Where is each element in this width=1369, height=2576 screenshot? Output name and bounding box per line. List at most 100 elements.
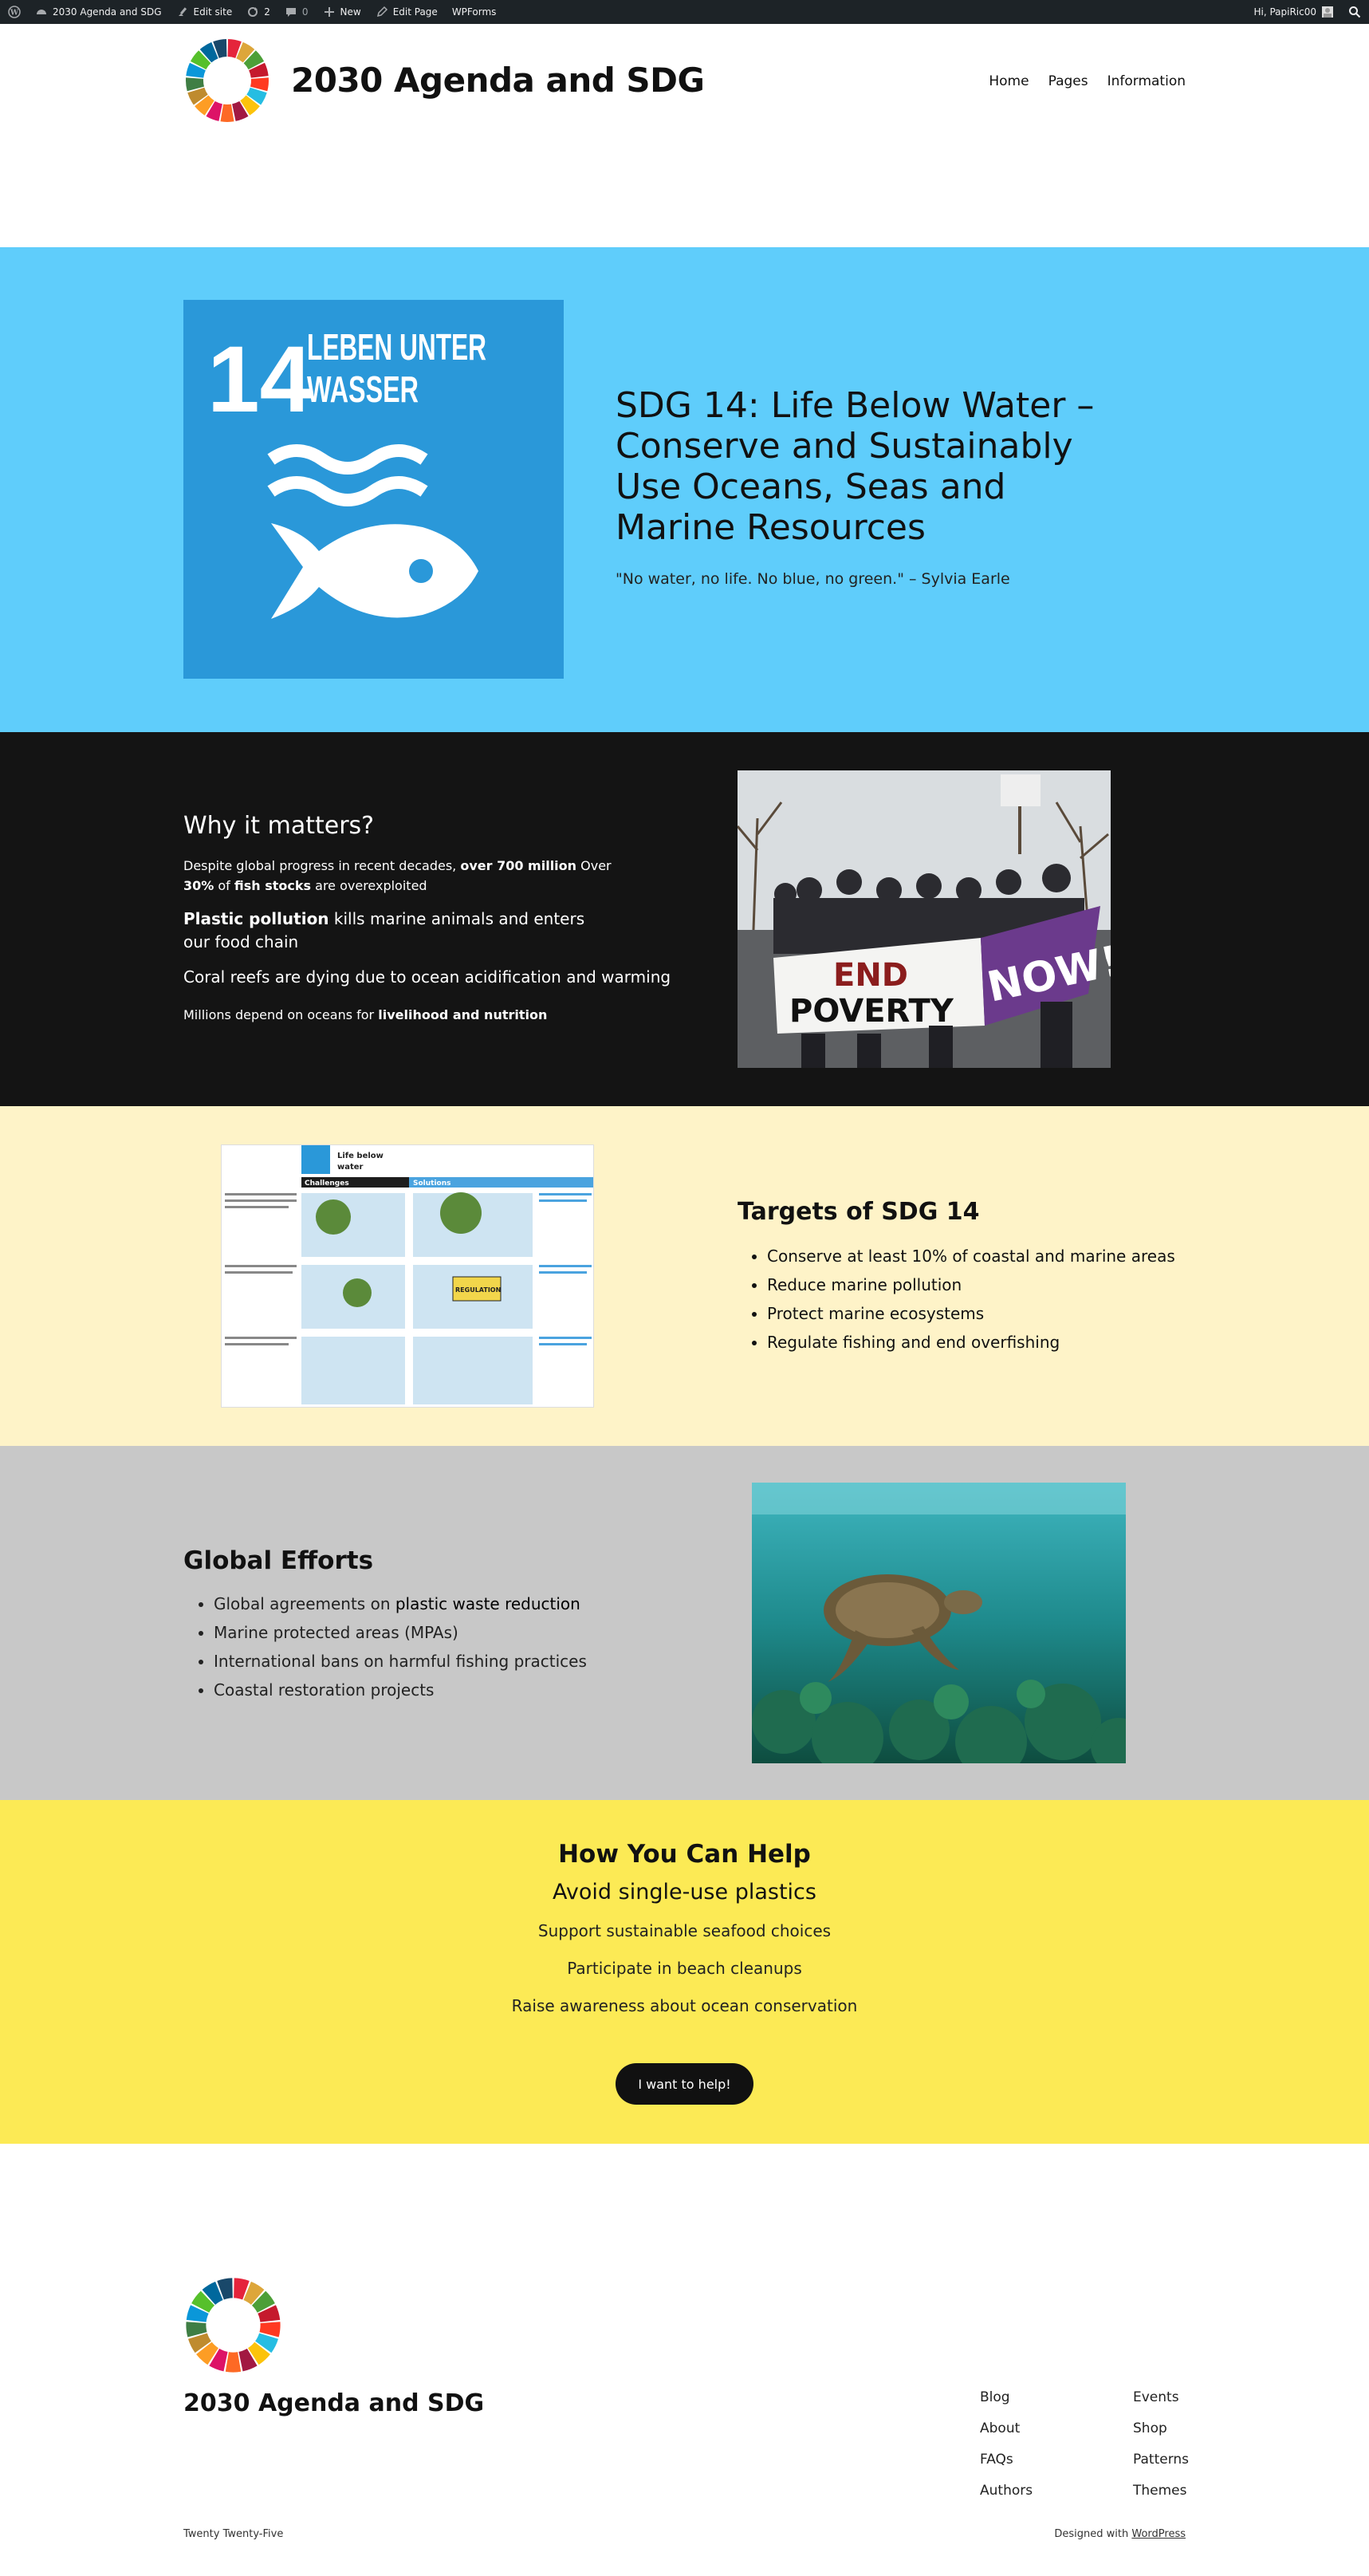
pencil-icon xyxy=(376,6,388,18)
footer-link-blog[interactable]: Blog xyxy=(980,2389,1033,2405)
banner-word-poverty: POVERTY xyxy=(789,993,954,1030)
footer-link-shop[interactable]: Shop xyxy=(1133,2420,1189,2436)
why-paragraph-2: Plastic pollution kills marine animals a… xyxy=(183,908,598,954)
infographic-challenges: Challenges xyxy=(305,1180,349,1188)
tile-text-line1: LEBEN UNTER xyxy=(307,326,486,368)
tile-text-line2: WASSER xyxy=(307,368,419,410)
wheel-segment xyxy=(220,104,234,122)
sdg-wheel-logo[interactable] xyxy=(183,37,271,124)
targets-section: Life below water Challenges Solutions RE… xyxy=(0,1106,1369,1446)
footer-link-authors[interactable]: Authors xyxy=(980,2483,1033,2499)
why-p4-bold: livelihood and nutrition xyxy=(378,1007,548,1022)
site-title[interactable]: 2030 Agenda and SDG xyxy=(291,61,705,100)
wave-icon xyxy=(267,444,428,506)
footer-sdg-wheel-logo[interactable] xyxy=(183,2275,283,2375)
sea-turtle-photo xyxy=(752,1483,1126,1763)
dashboard-icon xyxy=(35,6,48,18)
footer-link-themes[interactable]: Themes xyxy=(1133,2483,1189,2499)
list-item: International bans on harmful fishing pr… xyxy=(214,1647,587,1676)
efforts-item1-text: Global agreements on xyxy=(214,1594,395,1613)
updates-count: 2 xyxy=(264,6,270,18)
site-name-label: 2030 Agenda and SDG xyxy=(53,6,162,18)
edit-site-label: Edit site xyxy=(193,6,233,18)
why-heading: Why it matters? xyxy=(183,812,375,840)
why-paragraph-4: Millions depend on oceans for livelihood… xyxy=(183,1007,547,1022)
footer-wordpress-link[interactable]: WordPress xyxy=(1131,2528,1186,2540)
help-line-3: Raise awareness about ocean conservation xyxy=(511,1996,858,2015)
user-greeting: Hi, PapiRic00 xyxy=(1253,6,1316,18)
hero-section: 14 LEBEN UNTER WASSER SDG 14: Life Below… xyxy=(0,247,1369,732)
comment-icon xyxy=(285,6,297,18)
nav-item-information[interactable]: Information xyxy=(1107,73,1186,89)
site-footer: 2030 Agenda and SDG Blog About FAQs Auth… xyxy=(0,2144,1369,2576)
list-item: Global agreements on plastic waste reduc… xyxy=(214,1589,587,1618)
infographic-sign: REGULATION xyxy=(455,1286,501,1294)
edit-page-link[interactable]: Edit Page xyxy=(376,6,438,18)
wordpress-icon: W xyxy=(8,6,21,18)
svg-text:W: W xyxy=(10,10,19,18)
help-subheading: Avoid single-use plastics xyxy=(553,1880,816,1904)
footer-credit: Designed with WordPress xyxy=(1054,2528,1186,2540)
updates-link[interactable]: 2 xyxy=(246,6,270,18)
why-p1-text: Despite global progress in recent decade… xyxy=(183,858,461,873)
footer-theme-name: Twenty Twenty-Five xyxy=(183,2528,284,2540)
banner-word-end: END xyxy=(833,957,908,994)
why-p1-text3: of xyxy=(214,878,234,893)
help-button[interactable]: I want to help! xyxy=(616,2063,753,2105)
nav-item-pages[interactable]: Pages xyxy=(1048,73,1088,89)
why-p1-text2: Over xyxy=(576,858,612,873)
list-item: Reduce marine pollution xyxy=(767,1270,1175,1299)
footer-nav-column-1: Blog About FAQs Authors xyxy=(980,2389,1033,2499)
list-item: Conserve at least 10% of coastal and mar… xyxy=(767,1242,1175,1270)
comments-count: 0 xyxy=(301,6,309,18)
why-p1-text4: are overexploited xyxy=(311,878,427,893)
footer-link-patterns[interactable]: Patterns xyxy=(1133,2452,1189,2468)
hero-quote: "No water, no life. No blue, no green." … xyxy=(616,570,1010,588)
help-line-2: Participate in beach cleanups xyxy=(567,1959,802,1978)
why-p1-fishstocks: fish stocks xyxy=(234,878,312,893)
admin-bar: W 2030 Agenda and SDG Edit site 2 0 New … xyxy=(0,0,1369,24)
footer-link-faqs[interactable]: FAQs xyxy=(980,2452,1033,2468)
site-name-link[interactable]: 2030 Agenda and SDG xyxy=(35,6,162,18)
footer-site-title[interactable]: 2030 Agenda and SDG xyxy=(183,2389,484,2417)
footer-link-about[interactable]: About xyxy=(980,2420,1033,2436)
footer-link-events[interactable]: Events xyxy=(1133,2389,1189,2405)
why-paragraph-3: Coral reefs are dying due to ocean acidi… xyxy=(183,967,671,987)
main-navigation: Home Pages Information xyxy=(989,73,1186,89)
plus-icon xyxy=(323,6,336,18)
admin-bar-right: Hi, PapiRic00 xyxy=(1253,6,1361,18)
sdg14-tile-image: 14 LEBEN UNTER WASSER xyxy=(183,300,564,679)
why-p1-bold: over 700 million xyxy=(460,858,577,873)
admin-search[interactable] xyxy=(1348,6,1361,18)
help-line-1: Support sustainable seafood choices xyxy=(537,1921,832,1940)
footer-nav-column-2: Events Shop Patterns Themes xyxy=(1133,2389,1189,2499)
comments-link[interactable]: 0 xyxy=(285,6,309,18)
why-p4-text: Millions depend on oceans for xyxy=(183,1007,379,1022)
user-menu[interactable]: Hi, PapiRic00 xyxy=(1253,6,1334,18)
search-icon xyxy=(1348,6,1361,18)
edit-page-label: Edit Page xyxy=(392,6,438,18)
brush-icon xyxy=(176,6,189,18)
why-p1-percent: 30% xyxy=(183,878,214,893)
list-item: Protect marine ecosystems xyxy=(767,1299,1175,1328)
nav-item-home[interactable]: Home xyxy=(989,73,1029,89)
infographic-image: Life below water Challenges Solutions RE… xyxy=(221,1144,594,1408)
list-item: Regulate fishing and end overfishing xyxy=(767,1328,1175,1357)
avatar xyxy=(1321,6,1334,18)
protest-photo: END POVERTY NOW! xyxy=(738,770,1111,1068)
wordpress-menu[interactable]: W xyxy=(8,6,21,18)
how-you-can-help-section: How You Can Help Avoid single-use plasti… xyxy=(0,1800,1369,2144)
targets-heading: Targets of SDG 14 xyxy=(738,1198,980,1226)
site-header: 2030 Agenda and SDG Home Pages Informati… xyxy=(0,24,1369,247)
tile-number: 14 xyxy=(207,327,312,432)
efforts-heading: Global Efforts xyxy=(183,1546,374,1575)
edit-site-link[interactable]: Edit site xyxy=(176,6,233,18)
wheel-segment xyxy=(225,2352,242,2373)
updates-icon xyxy=(246,6,259,18)
infographic-title-line2: water xyxy=(337,1163,364,1172)
why-paragraph-1: Despite global progress in recent decade… xyxy=(183,856,630,896)
infographic-solutions: Solutions xyxy=(413,1180,451,1188)
wpforms-link[interactable]: WPForms xyxy=(452,6,497,18)
new-content-link[interactable]: New xyxy=(323,6,361,18)
global-efforts-section: Global Efforts Global agreements on plas… xyxy=(0,1446,1369,1800)
